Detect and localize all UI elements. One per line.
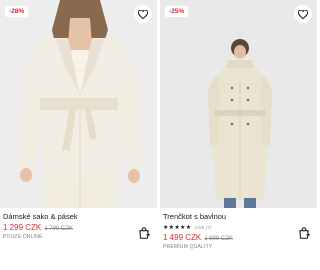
- price-current: 1 499 CZK: [163, 233, 202, 242]
- product-tag: POUZE ONLINE: [3, 234, 43, 240]
- product-name[interactable]: Dámské sako & pásek: [3, 212, 133, 222]
- heart-icon: [298, 9, 308, 19]
- price-current: 1 299 CZK: [3, 223, 42, 232]
- rating-row: ★★★★★ 4,6/5 (7): [163, 223, 293, 232]
- product-photo-blazer: [0, 0, 157, 208]
- discount-badge: -28%: [5, 6, 29, 17]
- wishlist-button[interactable]: [294, 5, 312, 23]
- heart-icon: [138, 9, 148, 19]
- review-count: 4,6/5 (7): [194, 225, 212, 230]
- product-card[interactable]: -25% Trenčkot s bavlnou ★★★★★ 4,6/5 (7) …: [160, 0, 317, 270]
- price-original: 1 799 CZK: [44, 226, 73, 232]
- product-image[interactable]: -28%: [0, 0, 157, 208]
- product-info: Dámské sako & pásek 1 299 CZK 1 799 CZK …: [3, 212, 133, 240]
- price-row: 1 499 CZK 1 999 CZK: [163, 233, 293, 242]
- product-grid: -28% Dámské sako & pásek 1 299 CZK 1 799…: [0, 0, 317, 270]
- star-rating: ★★★★★: [163, 225, 192, 231]
- product-info: Trenčkot s bavlnou ★★★★★ 4,6/5 (7) 1 499…: [163, 212, 293, 250]
- product-card[interactable]: -28% Dámské sako & pásek 1 299 CZK 1 799…: [0, 0, 157, 270]
- price-original: 1 999 CZK: [204, 236, 233, 242]
- add-to-cart-button[interactable]: [137, 226, 151, 240]
- product-photo-trench: [160, 0, 317, 208]
- wishlist-button[interactable]: [134, 5, 152, 23]
- product-name[interactable]: Trenčkot s bavlnou: [163, 212, 293, 222]
- add-to-cart-button[interactable]: [297, 226, 311, 240]
- discount-badge: -25%: [165, 6, 189, 17]
- product-tag: PREMIUM QUALITY: [163, 244, 213, 250]
- shopping-bag-icon: [139, 227, 150, 239]
- shopping-bag-icon: [299, 227, 310, 239]
- product-image[interactable]: -25%: [160, 0, 317, 208]
- price-row: 1 299 CZK 1 799 CZK: [3, 223, 133, 232]
